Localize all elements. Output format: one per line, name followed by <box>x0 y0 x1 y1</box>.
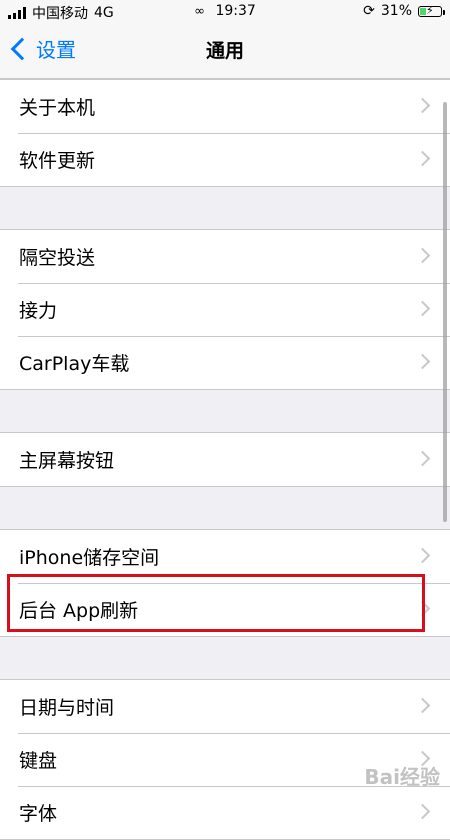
charging-icon: ⚡ <box>426 3 434 17</box>
clock-text: 19:37 <box>215 3 256 19</box>
list-item-label: 接力 <box>19 300 58 322</box>
group-gap <box>0 187 450 229</box>
settings-group: 日期与时间 键盘 字体 <box>0 679 450 840</box>
group-gap <box>0 487 450 529</box>
list-item-label: 软件更新 <box>19 150 96 172</box>
list-item[interactable]: 隔空投送 <box>0 230 450 283</box>
list-item[interactable]: 关于本机 <box>0 80 450 133</box>
list-item-label: 键盘 <box>19 750 58 772</box>
list-item[interactable]: 日期与时间 <box>0 680 450 733</box>
group-gap <box>0 390 450 432</box>
chevron-right-icon <box>414 300 431 317</box>
highlight-box <box>7 574 425 632</box>
chevron-right-icon <box>414 697 431 714</box>
page-title: 通用 <box>205 40 244 62</box>
chevron-right-icon <box>414 247 431 264</box>
link-icon: ∞ <box>194 4 206 19</box>
settings-list: 关于本机 软件更新 隔空投送 接力 CarPlay车载 主屏幕按钮 iPhone储存空间 后台… <box>0 79 450 840</box>
watermark: Bai经验 <box>364 765 440 789</box>
list-item-label: 隔空投送 <box>19 247 96 269</box>
list-item-label: CarPlay车载 <box>19 353 130 375</box>
list-item-label: iPhone储存空间 <box>19 547 160 569</box>
list-item-label: 主屏幕按钮 <box>19 450 115 472</box>
chevron-right-icon <box>414 450 431 467</box>
list-item[interactable]: 软件更新 <box>0 133 450 186</box>
settings-group: 关于本机 软件更新 <box>0 79 450 187</box>
settings-group: 主屏幕按钮 <box>0 432 450 487</box>
rotation-lock-icon: ⟳ <box>363 3 375 19</box>
scrollbar[interactable] <box>443 102 447 522</box>
list-item[interactable]: 接力 <box>0 283 450 336</box>
battery-icon: ⚡ <box>418 3 445 17</box>
status-bar: 中国移动 4G ∞ 19:37 ⟳ 31% ⚡ <box>0 0 450 24</box>
status-right: ⟳ 31% ⚡ <box>363 3 445 19</box>
list-item-label: 日期与时间 <box>19 697 115 719</box>
chevron-right-icon <box>414 97 431 114</box>
navigation-bar: 设置 通用 <box>0 24 450 79</box>
settings-group: 隔空投送接力 CarPlay车载 <box>0 229 450 390</box>
chevron-right-icon <box>414 547 431 564</box>
chevron-right-icon <box>414 353 431 370</box>
list-item-label: 字体 <box>19 803 58 825</box>
battery-percent: 31% <box>380 3 412 19</box>
list-item-label: 关于本机 <box>19 97 96 119</box>
chevron-right-icon <box>414 150 431 167</box>
list-item[interactable]: 字体 <box>0 786 450 839</box>
list-item[interactable]: CarPlay车载 <box>0 336 450 389</box>
list-item[interactable]: 主屏幕按钮 <box>0 433 450 486</box>
group-gap <box>0 637 450 679</box>
chevron-right-icon <box>414 803 431 820</box>
